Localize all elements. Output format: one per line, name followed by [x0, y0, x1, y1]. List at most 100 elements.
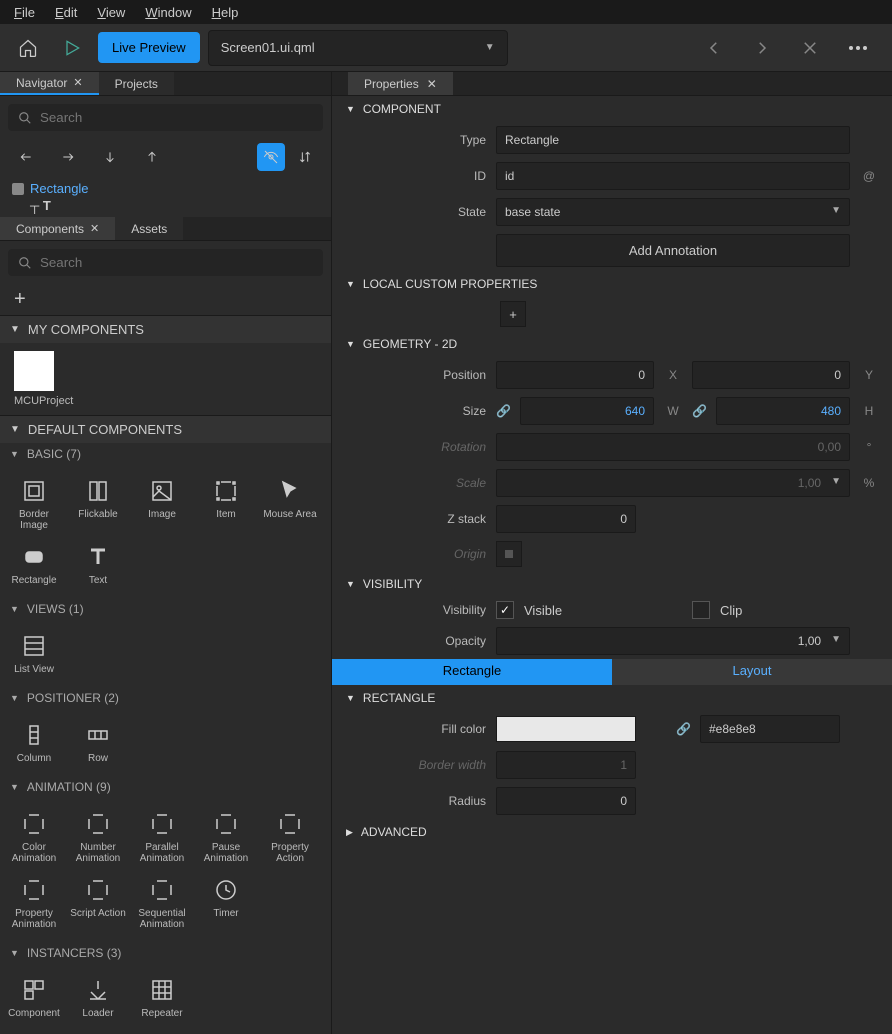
section-rectangle[interactable]: ▼RECTANGLE [332, 685, 892, 711]
section-positioner[interactable]: ▼POSITIONER (2) [0, 687, 331, 709]
component-image[interactable]: Image [132, 473, 192, 535]
add-custom-property-button[interactable]: + [500, 301, 526, 327]
close-icon[interactable]: ✕ [90, 222, 99, 235]
section-geometry[interactable]: ▼GEOMETRY - 2D [332, 331, 892, 357]
menu-help[interactable]: Help [202, 3, 249, 22]
component-text[interactable]: Text [68, 539, 128, 590]
nav-arrow-right[interactable] [54, 143, 82, 171]
mcu-project-thumbnail[interactable] [14, 351, 54, 391]
height-field[interactable]: 480 [716, 397, 850, 425]
link-icon[interactable]: 🔗 [496, 404, 510, 418]
menu-edit[interactable]: Edit [45, 3, 87, 22]
component-repeater[interactable]: Repeater [132, 972, 192, 1023]
nav-arrow-down[interactable] [96, 143, 124, 171]
pos-y-field[interactable]: 0 [692, 361, 850, 389]
subtab-rectangle[interactable]: Rectangle [332, 659, 612, 685]
section-visibility[interactable]: ▼VISIBILITY [332, 571, 892, 597]
at-symbol[interactable]: @ [860, 169, 878, 183]
close-button[interactable] [792, 30, 828, 66]
component-rectangle[interactable]: Rectangle [4, 539, 64, 590]
menu-file[interactable]: File [4, 3, 45, 22]
component-column[interactable]: Column [4, 717, 64, 768]
rotation-field[interactable]: 0,00 [496, 433, 850, 461]
live-preview-button[interactable]: Live Preview [98, 32, 200, 63]
origin-picker[interactable] [496, 541, 522, 567]
link-icon[interactable]: 🔗 [676, 722, 690, 736]
component-timer[interactable]: Timer [196, 872, 256, 934]
section-default-components[interactable]: ▼DEFAULT COMPONENTS [0, 415, 331, 443]
add-annotation-button[interactable]: Add Annotation [496, 234, 850, 267]
tab-navigator[interactable]: Navigator✕ [0, 72, 99, 95]
component-color-animation[interactable]: Color Animation [4, 806, 64, 868]
section-advanced[interactable]: ▶ADVANCED [332, 819, 892, 845]
component-number-animation[interactable]: Number Animation [68, 806, 128, 868]
run-button[interactable] [54, 30, 90, 66]
opacity-field[interactable]: 1,00▼ [496, 627, 850, 655]
type-field[interactable]: Rectangle [496, 126, 850, 154]
section-basic[interactable]: ▼BASIC (7) [0, 443, 331, 465]
component-list-view[interactable]: List View [4, 628, 64, 679]
component-border-image[interactable]: Border Image [4, 473, 64, 535]
tab-properties[interactable]: Properties✕ [348, 72, 453, 95]
state-dropdown[interactable]: base state▼ [496, 198, 850, 226]
component-item[interactable]: Item [196, 473, 256, 535]
radius-field[interactable]: 0 [496, 787, 636, 815]
add-component-button[interactable]: + [0, 284, 331, 315]
tab-projects[interactable]: Projects [99, 72, 174, 95]
component-script-action[interactable]: Script Action [68, 872, 128, 934]
section-animation[interactable]: ▼ANIMATION (9) [0, 776, 331, 798]
menu-window[interactable]: Window [135, 3, 201, 22]
component-component[interactable]: Component [4, 972, 64, 1023]
tree-item-rectangle[interactable]: Rectangle [12, 179, 319, 198]
zstack-field[interactable]: 0 [496, 505, 636, 533]
component-property-action[interactable]: Property Action [260, 806, 320, 868]
nav-arrow-up[interactable] [138, 143, 166, 171]
components-search[interactable] [8, 249, 323, 276]
sort-button[interactable] [291, 143, 319, 171]
component-icon [148, 876, 176, 904]
components-search-input[interactable] [40, 255, 313, 270]
component-sequential-animation[interactable]: Sequential Animation [132, 872, 192, 934]
tab-components[interactable]: Components✕ [0, 217, 115, 240]
pos-x-field[interactable]: 0 [496, 361, 654, 389]
component-mouse-area[interactable]: Mouse Area [260, 473, 320, 535]
nav-back-button[interactable] [696, 30, 732, 66]
component-icon [20, 477, 48, 505]
component-parallel-animation[interactable]: Parallel Animation [132, 806, 192, 868]
home-button[interactable] [10, 30, 46, 66]
navigator-search[interactable] [8, 104, 323, 131]
section-local-custom[interactable]: ▼LOCAL CUSTOM PROPERTIES [332, 271, 892, 297]
fill-hex-field[interactable]: #e8e8e8 [700, 715, 840, 743]
scale-field[interactable]: 1,00▼ [496, 469, 850, 497]
width-field[interactable]: 640 [520, 397, 654, 425]
component-flickable[interactable]: Flickable [68, 473, 128, 535]
nav-arrow-left[interactable] [12, 143, 40, 171]
visible-checkbox[interactable] [496, 601, 514, 619]
component-row[interactable]: Row [68, 717, 128, 768]
component-pause-animation[interactable]: Pause Animation [196, 806, 256, 868]
component-property-animation[interactable]: Property Animation [4, 872, 64, 934]
visibility-filter-button[interactable] [257, 143, 285, 171]
component-icon [148, 810, 176, 838]
more-button[interactable] [840, 30, 876, 66]
file-selector[interactable]: Screen01.ui.qml ▼ [208, 30, 508, 66]
menu-view[interactable]: View [87, 3, 135, 22]
fill-color-swatch[interactable] [496, 716, 636, 742]
clip-checkbox[interactable] [692, 601, 710, 619]
tree-item-text1[interactable]: ┬ T text1 [12, 198, 319, 213]
section-views[interactable]: ▼VIEWS (1) [0, 598, 331, 620]
component-icon [276, 810, 304, 838]
close-icon[interactable]: ✕ [427, 77, 437, 91]
section-component[interactable]: ▼COMPONENT [332, 96, 892, 122]
section-instancers[interactable]: ▼INSTANCERS (3) [0, 942, 331, 964]
tab-assets[interactable]: Assets [115, 217, 183, 240]
subtab-layout[interactable]: Layout [612, 659, 892, 685]
link-icon[interactable]: 🔗 [692, 404, 706, 418]
close-icon[interactable]: ✕ [73, 76, 82, 89]
section-my-components[interactable]: ▼MY COMPONENTS [0, 315, 331, 343]
navigator-search-input[interactable] [40, 110, 313, 125]
nav-forward-button[interactable] [744, 30, 780, 66]
component-loader[interactable]: Loader [68, 972, 128, 1023]
id-field[interactable]: id [496, 162, 850, 190]
border-width-field[interactable]: 1 [496, 751, 636, 779]
